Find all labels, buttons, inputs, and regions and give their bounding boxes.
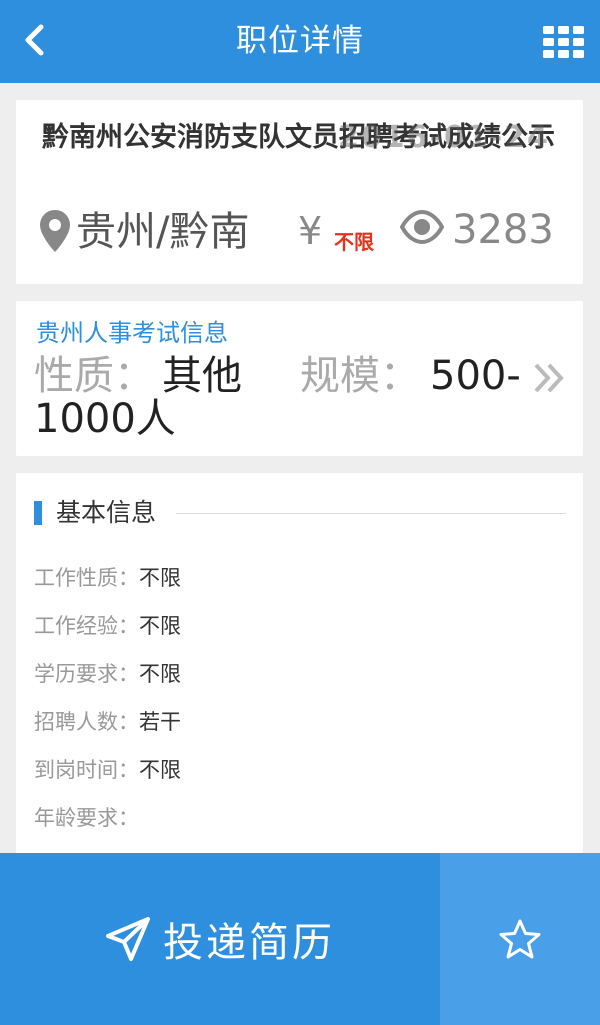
section-accent-bar [34,501,42,525]
info-value: 若干 [139,710,181,734]
info-row-experience: 工作经验：不限 [34,611,181,641]
menu-button[interactable] [542,24,586,60]
company-card[interactable]: 贵州人事考试信息 性质： 其他 规模： 500- 1000人 [16,301,583,456]
info-key: 到岗时间： [34,758,139,782]
info-row-job-type: 工作性质：不限 [34,563,181,593]
scale-value-continued: 1000人 [34,396,176,442]
scale-value: 500- [430,353,521,399]
info-value: 不限 [139,614,181,638]
info-value: 不限 [139,662,181,686]
info-value: 不限 [139,758,181,782]
info-key: 工作经验： [34,614,139,638]
location-pin-icon [40,210,70,252]
job-meta-row: 贵州/黔南 ¥ 不限 3283 [40,204,580,260]
info-row-start-time: 到岗时间：不限 [34,755,181,785]
star-icon [499,919,541,959]
overlay-date: 2016-01-24 [338,120,550,155]
info-key: 年龄要求： [34,806,139,830]
page-title: 职位详情 [236,23,364,59]
info-row-education: 学历要求：不限 [34,659,181,689]
info-key: 学历要求： [34,662,139,686]
yen-icon: ¥ [298,209,323,253]
section-divider [176,513,566,514]
job-summary-card: 黔南州公安消防支队文员招聘考试成绩公示 2016-01-24 贵州/黔南 ¥ 不… [16,100,583,284]
company-name[interactable]: 贵州人事考试信息 [36,317,228,349]
info-key: 工作性质： [34,566,139,590]
favorite-button[interactable] [440,853,600,1025]
nature-label: 性质： [34,353,154,399]
top-bar: 职位详情 [0,0,600,83]
double-chevron-right-icon[interactable] [532,361,566,395]
grid-icon [543,26,584,58]
info-row-age: 年龄要求： [34,803,139,833]
apply-button[interactable]: 投递简历 [0,853,440,1025]
basic-info-card: 基本信息 工作性质：不限 工作经验：不限 学历要求：不限 招聘人数：若干 到岗时… [16,473,583,873]
info-value: 不限 [139,566,181,590]
apply-button-label: 投递简历 [163,920,335,966]
eye-icon [400,210,444,244]
bottom-action-bar: 投递简历 [0,853,600,1025]
info-key: 招聘人数： [34,710,139,734]
view-count: 3283 [452,207,554,253]
section-title: 基本信息 [56,498,157,527]
job-salary: 不限 [334,230,374,254]
job-location: 贵州/黔南 [76,209,250,255]
scale-label: 规模： [300,353,420,399]
paper-plane-icon [106,917,150,961]
nature-value: 其他 [162,353,242,399]
info-row-headcount: 招聘人数：若干 [34,707,181,737]
